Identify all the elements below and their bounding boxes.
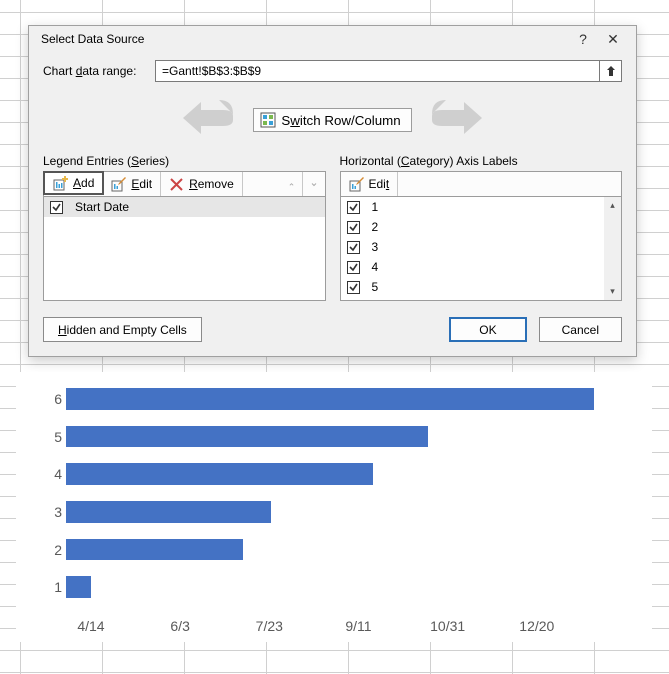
edit-series-button[interactable]: Edit <box>103 172 161 196</box>
list-item-label: 2 <box>372 220 379 234</box>
x-axis-label: 7/23 <box>256 618 283 634</box>
bar-row <box>66 501 626 523</box>
add-icon <box>53 176 68 191</box>
switch-row-column-button[interactable]: Switch Row/Column <box>253 108 411 132</box>
bar-row <box>66 576 626 598</box>
axis-toolbar: Edit <box>340 171 623 197</box>
checkbox[interactable] <box>347 281 360 294</box>
checkbox[interactable] <box>347 261 360 274</box>
close-button[interactable]: ✕ <box>598 32 628 46</box>
bar-row <box>66 463 626 485</box>
x-axis-label: 9/11 <box>345 618 371 634</box>
x-axis-label: 6/3 <box>170 618 189 634</box>
list-item[interactable]: Start Date <box>44 197 325 217</box>
switch-label: Switch Row/Column <box>281 113 400 128</box>
list-item-label: 5 <box>372 280 379 294</box>
legend-toolbar: Add Edit Remove <box>43 171 326 197</box>
y-axis-label: 5 <box>46 426 62 448</box>
scroll-up-icon[interactable]: ▴ <box>604 197 621 214</box>
checkbox[interactable] <box>347 201 360 214</box>
list-item[interactable]: 5 <box>341 277 622 297</box>
hidden-empty-cells-button[interactable]: Hidden and Empty Cells <box>43 317 202 342</box>
chevron-down-icon <box>311 177 317 192</box>
edit-axis-button[interactable]: Edit <box>341 172 399 196</box>
remove-icon <box>169 177 184 192</box>
help-button[interactable]: ? <box>568 32 598 46</box>
y-axis-label: 6 <box>46 388 62 410</box>
x-axis-label: 10/31 <box>430 618 465 634</box>
scroll-down-icon[interactable]: ▾ <box>604 283 621 300</box>
cancel-button[interactable]: Cancel <box>539 317 622 342</box>
switch-icon <box>260 112 276 128</box>
chevron-up-icon <box>289 177 294 192</box>
edit-icon <box>349 177 364 192</box>
y-axis-label: 3 <box>46 501 62 523</box>
dialog-titlebar: Select Data Source ? ✕ <box>29 26 636 52</box>
remove-series-button[interactable]: Remove <box>161 172 243 196</box>
bar-row <box>66 426 626 448</box>
dialog-title: Select Data Source <box>41 32 568 46</box>
list-item[interactable]: 2 <box>341 217 622 237</box>
add-series-button[interactable]: Add <box>43 171 104 195</box>
bar-row <box>66 388 626 410</box>
bar-row <box>66 539 626 561</box>
list-item-label: Start Date <box>75 200 129 214</box>
y-axis-label: 1 <box>46 576 62 598</box>
collapse-range-button[interactable] <box>600 60 622 82</box>
chart-data-range-input[interactable] <box>155 60 600 82</box>
chart-data-range-label: Chart data range: <box>43 64 155 78</box>
bar <box>66 501 271 523</box>
bar <box>66 539 243 561</box>
move-down-button[interactable] <box>303 172 325 196</box>
bar <box>66 576 91 598</box>
arrow-right-icon <box>426 100 486 140</box>
axis-labels-pane: Horizontal (Category) Axis Labels Edit 1… <box>340 154 623 301</box>
x-axis-label: 12/20 <box>519 618 554 634</box>
scrollbar[interactable]: ▴ ▾ <box>604 197 621 300</box>
list-item[interactable]: 1 <box>341 197 622 217</box>
arrow-left-icon <box>179 100 239 140</box>
legend-entries-pane: Legend Entries (Series) Add Edit Remove <box>43 154 326 301</box>
bar <box>66 388 594 410</box>
chart-data-range-row: Chart data range: <box>43 60 622 82</box>
bar <box>66 463 373 485</box>
axis-label-list[interactable]: 1 2 3 4 5 ▴ ▾ <box>340 197 623 301</box>
checkbox[interactable] <box>347 241 360 254</box>
dialog-select-data-source: Select Data Source ? ✕ Chart data range:… <box>28 25 637 357</box>
y-axis-label: 2 <box>46 539 62 561</box>
legend-entries-label: Legend Entries (Series) <box>43 154 326 168</box>
y-axis-label: 4 <box>46 463 62 485</box>
list-item-label: 3 <box>372 240 379 254</box>
list-item-label: 1 <box>372 200 379 214</box>
move-up-button[interactable] <box>281 172 303 196</box>
legend-series-list[interactable]: Start Date <box>43 197 326 301</box>
list-item[interactable]: 4 <box>341 257 622 277</box>
list-item[interactable]: 3 <box>341 237 622 257</box>
ok-button[interactable]: OK <box>449 317 526 342</box>
checkbox[interactable] <box>347 221 360 234</box>
bar <box>66 426 428 448</box>
edit-icon <box>111 177 126 192</box>
x-axis-label: 4/14 <box>77 618 104 634</box>
checkbox[interactable] <box>50 201 63 214</box>
bar-chart[interactable]: 4/14 6/3 7/23 9/11 10/31 12/20 6 5 4 3 2 1 <box>16 372 652 642</box>
list-item-label: 4 <box>372 260 379 274</box>
axis-labels-label: Horizontal (Category) Axis Labels <box>340 154 623 168</box>
